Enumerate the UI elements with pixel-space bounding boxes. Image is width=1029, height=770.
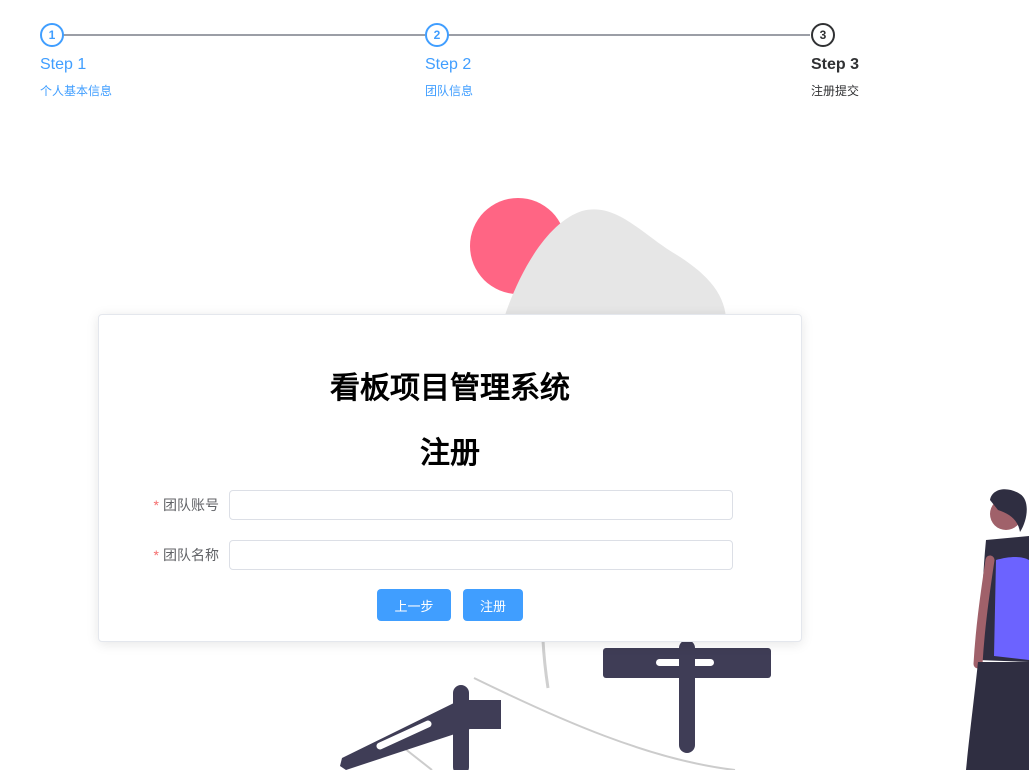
registration-steps: 1 Step 1 个人基本信息 2 Step 2 团队信息 3 Step 3 注… [0,0,1029,110]
team-name-label-text: 团队名称 [163,547,219,563]
step-3-title: Step 3 [811,56,860,73]
step-1-description: 个人基本信息 [40,84,113,98]
step-connector-1 [62,34,425,36]
previous-step-button[interactable]: 上一步 [377,589,451,621]
register-card: 看板项目管理系统 注册 * 团队账号 * 团队名称 上一步 注册 [98,314,802,642]
form-title: 注册 [420,437,480,470]
step-connector-2 [448,34,810,36]
step-2-description: 团队信息 [425,84,474,98]
step-1-icon: 1 [40,23,64,47]
step-3-icon: 3 [811,23,835,47]
team-account-label: * 团队账号 [99,489,219,521]
step-3-description: 注册提交 [811,84,860,98]
team-name-label: * 团队名称 [99,539,219,571]
ground-curve [473,677,736,770]
team-account-label-text: 团队账号 [163,497,219,513]
pole-line [541,639,550,689]
person-figure [966,489,1029,770]
signpost-right-pole [679,640,695,753]
step-2-title: Step 2 [425,56,472,73]
team-name-input[interactable] [229,540,733,570]
team-account-input[interactable] [229,490,733,520]
signpost-left-board [340,700,501,770]
step-2-icon: 2 [425,23,449,47]
ground-curve-2 [403,747,433,770]
required-asterisk: * [153,547,159,563]
required-asterisk: * [153,497,159,513]
step-1-title: Step 1 [40,56,87,73]
app-title: 看板项目管理系统 [330,372,570,405]
register-submit-button[interactable]: 注册 [463,589,523,621]
